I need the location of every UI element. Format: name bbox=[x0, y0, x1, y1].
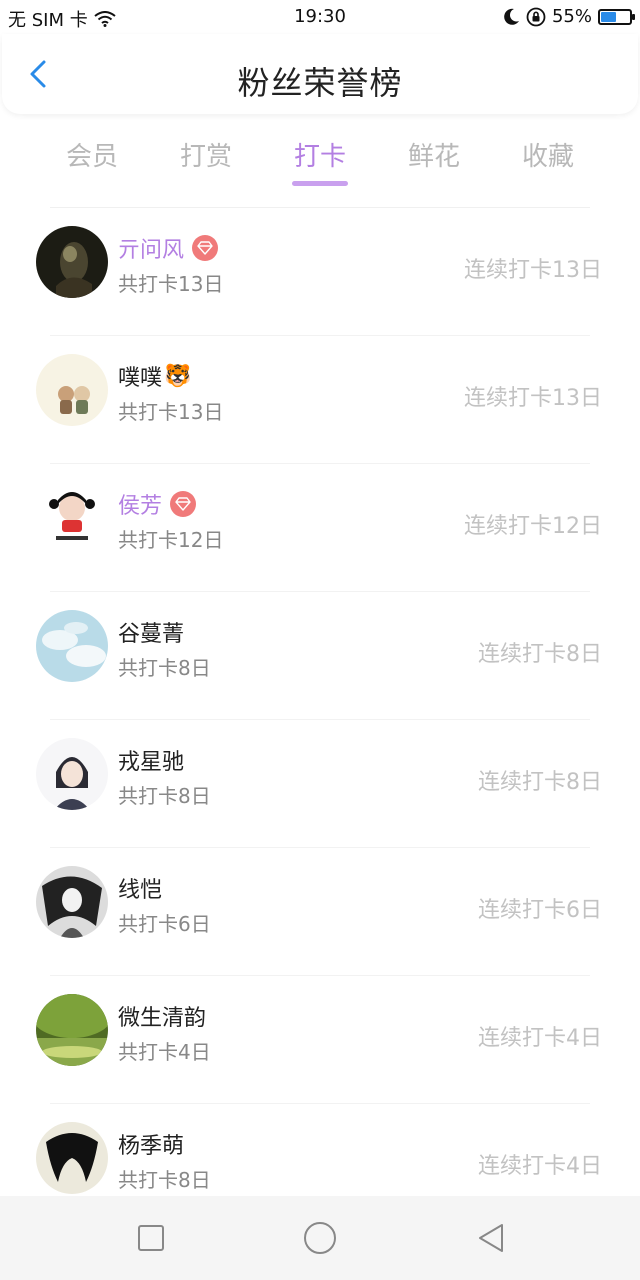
user-name: 亓问风 bbox=[118, 238, 185, 263]
name-line: 微生清韵 bbox=[118, 1000, 206, 1032]
ranking-list: 亓问风 共打卡13日 连续打卡13日 噗噗 🐯 共打卡13日 连续打卡13日 侯… bbox=[0, 208, 640, 1232]
user-name: 谷蔓菁 bbox=[118, 622, 185, 647]
total-checkins: 共打卡13日 bbox=[118, 400, 224, 424]
list-item[interactable]: 侯芳 共打卡12日 连续打卡12日 bbox=[0, 464, 640, 592]
streak-checkins: 连续打卡12日 bbox=[464, 514, 602, 539]
user-name: 杨季萌 bbox=[118, 1134, 185, 1159]
name-line: 戎星驰 bbox=[118, 744, 184, 776]
home-button[interactable] bbox=[300, 1218, 340, 1258]
back-icon bbox=[479, 1224, 503, 1252]
streak-checkins: 连续打卡8日 bbox=[478, 770, 602, 795]
page-title: 粉丝荣誉榜 bbox=[237, 64, 403, 102]
user-name: 线恺 bbox=[118, 878, 163, 903]
user-name: 侯芳 bbox=[118, 494, 163, 519]
header: 粉丝荣誉榜 bbox=[2, 34, 638, 114]
streak-checkins: 连续打卡6日 bbox=[478, 898, 602, 923]
moon-icon bbox=[504, 8, 519, 25]
avatar[interactable] bbox=[36, 866, 108, 938]
total-checkins: 共打卡4日 bbox=[118, 1040, 211, 1064]
avatar[interactable] bbox=[36, 226, 108, 298]
list-item[interactable]: 噗噗 🐯 共打卡13日 连续打卡13日 bbox=[0, 336, 640, 464]
total-checkins: 共打卡6日 bbox=[118, 912, 211, 936]
streak-checkins: 连续打卡4日 bbox=[478, 1154, 602, 1179]
back-nav-button[interactable] bbox=[472, 1218, 512, 1258]
status-right: 55% bbox=[502, 6, 635, 27]
total-checkins: 共打卡8日 bbox=[118, 1168, 211, 1192]
tab-flowers[interactable]: 鲜花 bbox=[379, 136, 489, 173]
tiger-emoji: 🐯 bbox=[164, 363, 192, 389]
name-line: 噗噗 🐯 bbox=[118, 360, 191, 392]
tab-member[interactable]: 会员 bbox=[37, 136, 147, 173]
user-name: 戎星驰 bbox=[118, 750, 185, 775]
name-line: 谷蔓菁 bbox=[118, 616, 184, 648]
status-bar: 无 SIM 卡 19:30 55% bbox=[0, 0, 640, 34]
diamond-icon bbox=[192, 235, 219, 261]
avatar[interactable] bbox=[36, 738, 108, 810]
streak-checkins: 连续打卡4日 bbox=[478, 1026, 602, 1051]
avatar[interactable] bbox=[36, 610, 108, 682]
name-line: 亓问风 bbox=[118, 232, 219, 264]
navigation-bar bbox=[0, 1196, 640, 1280]
rotation-lock-icon bbox=[526, 7, 546, 26]
list-item[interactable]: 线恺 共打卡6日 连续打卡6日 bbox=[0, 848, 640, 976]
list-item[interactable]: 谷蔓菁 共打卡8日 连续打卡8日 bbox=[0, 592, 640, 720]
avatar[interactable] bbox=[36, 482, 108, 554]
battery-icon bbox=[598, 8, 635, 25]
avatar[interactable] bbox=[36, 1122, 108, 1194]
home-icon bbox=[304, 1222, 336, 1254]
total-checkins: 共打卡12日 bbox=[118, 528, 224, 552]
tab-reward[interactable]: 打赏 bbox=[151, 136, 261, 173]
avatar[interactable] bbox=[36, 354, 108, 426]
list-item[interactable]: 微生清韵 共打卡4日 连续打卡4日 bbox=[0, 976, 640, 1104]
recent-apps-button[interactable] bbox=[131, 1218, 171, 1258]
recent-apps-icon bbox=[138, 1225, 164, 1251]
total-checkins: 共打卡8日 bbox=[118, 656, 211, 680]
name-line: 侯芳 bbox=[118, 488, 197, 520]
total-checkins: 共打卡8日 bbox=[118, 784, 211, 808]
streak-checkins: 连续打卡13日 bbox=[464, 386, 602, 411]
battery-percent: 55% bbox=[551, 6, 592, 27]
name-line: 线恺 bbox=[118, 872, 162, 904]
list-item[interactable]: 亓问风 共打卡13日 连续打卡13日 bbox=[0, 208, 640, 336]
diamond-icon bbox=[170, 491, 197, 517]
tab-bar: 会员 打赏 打卡 鲜花 收藏 bbox=[0, 126, 640, 190]
user-name: 微生清韵 bbox=[118, 1006, 207, 1031]
tab-checkin[interactable]: 打卡 bbox=[265, 136, 375, 173]
tab-favorites[interactable]: 收藏 bbox=[493, 136, 603, 173]
name-line: 杨季萌 bbox=[118, 1128, 184, 1160]
list-item[interactable]: 戎星驰 共打卡8日 连续打卡8日 bbox=[0, 720, 640, 848]
streak-checkins: 连续打卡13日 bbox=[464, 258, 602, 283]
user-name: 噗噗 bbox=[118, 366, 163, 391]
streak-checkins: 连续打卡8日 bbox=[478, 642, 602, 667]
total-checkins: 共打卡13日 bbox=[118, 272, 224, 296]
active-tab-indicator bbox=[292, 181, 348, 186]
battery-level bbox=[601, 11, 617, 22]
avatar[interactable] bbox=[36, 994, 108, 1066]
